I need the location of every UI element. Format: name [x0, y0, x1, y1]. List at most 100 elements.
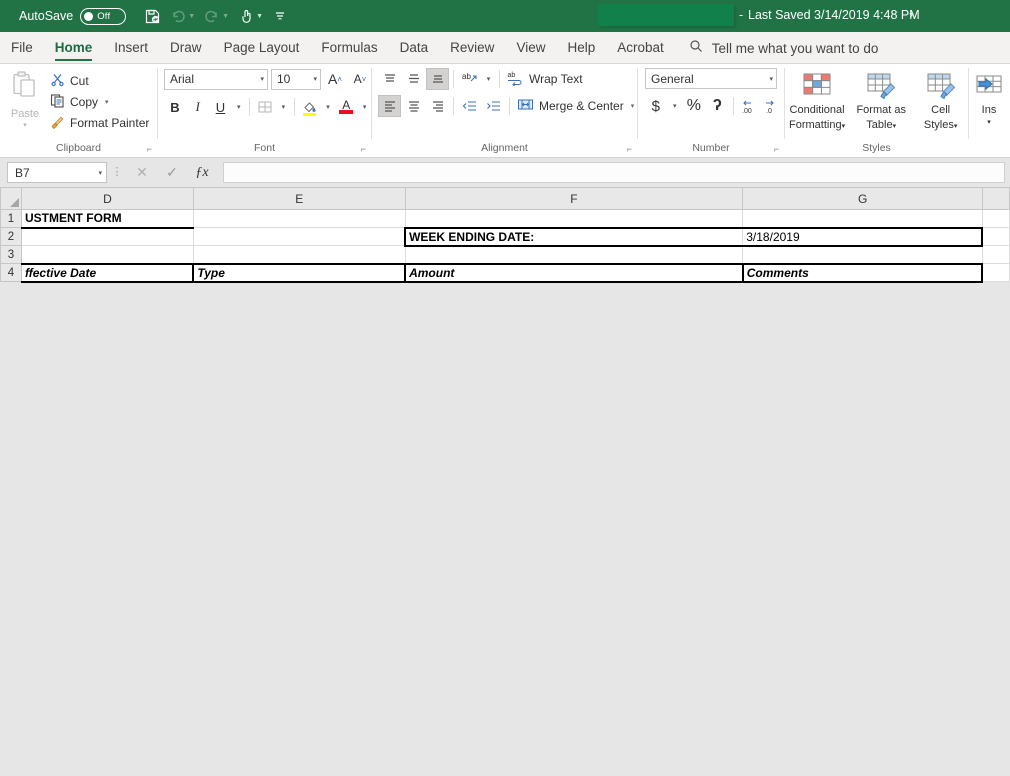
alignment-dialog-launcher-icon[interactable]: ⌐	[627, 142, 632, 156]
autosave-toggle[interactable]: Off	[80, 7, 127, 25]
formula-bar-grip[interactable]: ⋮	[107, 167, 127, 178]
fill-color-caret-icon[interactable]: ▾	[322, 96, 335, 118]
cell-d1[interactable]: USTMENT FORM	[20, 209, 194, 229]
font-size-combo[interactable]: 10 ▾	[271, 68, 321, 90]
tab-formulas[interactable]: Formulas	[310, 33, 388, 63]
bold-button[interactable]: B	[164, 96, 186, 118]
font-dialog-launcher-icon[interactable]: ⌐	[361, 142, 366, 156]
fill-color-icon[interactable]	[299, 96, 321, 118]
cell-g2[interactable]: 3/18/2019	[742, 226, 984, 247]
underline-caret-icon[interactable]: ▾	[232, 96, 245, 118]
merge-caret-icon[interactable]: ▾	[631, 102, 635, 110]
increase-indent-button[interactable]	[482, 95, 505, 117]
copy-caret-icon[interactable]: ▾	[105, 98, 109, 106]
cell-d3[interactable]	[20, 245, 194, 264]
cell-f2[interactable]: WEEK ENDING DATE:	[404, 226, 744, 247]
column-header-d[interactable]: D	[20, 187, 194, 210]
last-saved-caret-icon[interactable]: ▼	[908, 12, 915, 19]
touch-mode-icon[interactable]	[234, 5, 258, 27]
wrap-text-button[interactable]: ab Wrap Text	[504, 68, 583, 90]
decrease-decimal-icon[interactable]: .0	[763, 95, 784, 117]
insert-function-icon[interactable]: ƒx	[187, 162, 217, 184]
cell-g4[interactable]: Comments	[741, 262, 984, 283]
clipboard-dialog-launcher-icon[interactable]: ⌐	[147, 142, 152, 156]
accounting-format-button[interactable]: $	[645, 95, 666, 117]
tab-page-layout[interactable]: Page Layout	[213, 33, 311, 63]
cell-e3[interactable]	[192, 245, 406, 264]
number-format-combo[interactable]: General ▾	[645, 68, 777, 89]
redo-icon[interactable]	[200, 5, 224, 27]
column-header-g[interactable]: G	[742, 187, 983, 210]
insert-cells-caret-icon[interactable]: ▾	[987, 117, 991, 130]
cell-f4[interactable]: Amount	[404, 262, 744, 283]
increase-decimal-icon[interactable]: .00	[739, 95, 760, 117]
font-color-caret-icon[interactable]: ▾	[358, 96, 371, 118]
column-header-partial[interactable]	[981, 187, 1010, 210]
middle-align-button[interactable]	[402, 68, 425, 90]
decrease-font-size-icon[interactable]: A ˅	[349, 68, 371, 90]
paste-caret-icon[interactable]: ▾	[23, 121, 27, 129]
save-icon[interactable]	[140, 5, 164, 27]
customize-qat-icon[interactable]	[268, 5, 292, 27]
tab-insert[interactable]: Insert	[103, 33, 159, 63]
format-as-table-button[interactable]: Format as Table▾	[849, 70, 913, 133]
cell-styles-button[interactable]: Cell Styles▾	[913, 70, 968, 133]
bottom-align-button[interactable]	[426, 68, 449, 90]
merge-and-center-button[interactable]: Merge & Center ▾	[514, 95, 634, 117]
orientation-icon[interactable]: ab	[458, 68, 481, 90]
font-size-caret-icon[interactable]: ▾	[307, 75, 317, 83]
conditional-formatting-button[interactable]: Conditional Formatting▾	[785, 70, 849, 133]
conditional-formatting-caret-icon[interactable]: ▾	[842, 123, 846, 130]
borders-caret-icon[interactable]: ▾	[277, 96, 290, 118]
format-painter-button[interactable]: Format Painter	[50, 113, 149, 132]
borders-icon[interactable]	[254, 96, 276, 118]
row-header-3[interactable]: 3	[0, 245, 22, 264]
font-color-icon[interactable]: A	[335, 96, 357, 118]
align-right-button[interactable]	[426, 95, 449, 117]
cell-styles-caret-icon[interactable]: ▾	[954, 123, 958, 130]
cell-e4[interactable]: Type	[192, 262, 406, 283]
paste-button[interactable]: Paste ▾	[0, 68, 50, 129]
format-as-table-caret-icon[interactable]: ▾	[893, 123, 897, 130]
cell-d2[interactable]	[20, 227, 194, 246]
cell-h4[interactable]	[981, 263, 1010, 282]
increase-font-size-icon[interactable]: A ˄	[324, 68, 346, 90]
undo-icon[interactable]	[166, 5, 190, 27]
tab-review[interactable]: Review	[439, 33, 505, 63]
row-header-1[interactable]: 1	[0, 209, 22, 228]
accounting-caret-icon[interactable]: ▾	[668, 95, 681, 117]
tab-file[interactable]: File	[0, 33, 44, 63]
insert-cells-button[interactable]: Ins ▾	[969, 70, 1009, 129]
align-left-button[interactable]	[378, 95, 401, 117]
top-align-button[interactable]	[378, 68, 401, 90]
cell-h3[interactable]	[981, 245, 1010, 264]
italic-button[interactable]: I	[187, 96, 209, 118]
cell-f3[interactable]	[404, 245, 744, 264]
column-header-f[interactable]: F	[404, 187, 744, 210]
cell-g3[interactable]	[742, 245, 983, 264]
name-box-caret-icon[interactable]: ▾	[98, 169, 102, 177]
row-header-4[interactable]: 4	[0, 263, 22, 282]
cell-h2[interactable]	[981, 227, 1010, 246]
cell-f1[interactable]	[404, 209, 744, 228]
touch-mode-caret-icon[interactable]: ▼	[256, 13, 263, 20]
tab-home[interactable]: Home	[44, 33, 104, 63]
enter-formula-icon[interactable]: ✓	[157, 162, 187, 184]
row-header-2[interactable]: 2	[0, 227, 22, 246]
tab-data[interactable]: Data	[389, 33, 440, 63]
tab-help[interactable]: Help	[556, 33, 606, 63]
cell-h1[interactable]	[981, 209, 1010, 228]
percent-style-button[interactable]: %	[683, 95, 704, 117]
number-format-caret-icon[interactable]: ▾	[763, 75, 773, 83]
align-center-button[interactable]	[402, 95, 425, 117]
cell-e2[interactable]	[192, 227, 406, 246]
tab-view[interactable]: View	[505, 33, 556, 63]
comma-style-button[interactable]: ʔ	[707, 95, 728, 117]
column-header-e[interactable]: E	[192, 187, 406, 210]
decrease-indent-button[interactable]	[458, 95, 481, 117]
tell-me-search[interactable]: Tell me what you want to do	[689, 33, 878, 63]
tab-draw[interactable]: Draw	[159, 33, 213, 63]
name-box[interactable]: B7 ▾	[7, 162, 107, 183]
autosave-control[interactable]: AutoSave Off	[19, 7, 127, 25]
select-all-corner[interactable]	[0, 187, 22, 210]
